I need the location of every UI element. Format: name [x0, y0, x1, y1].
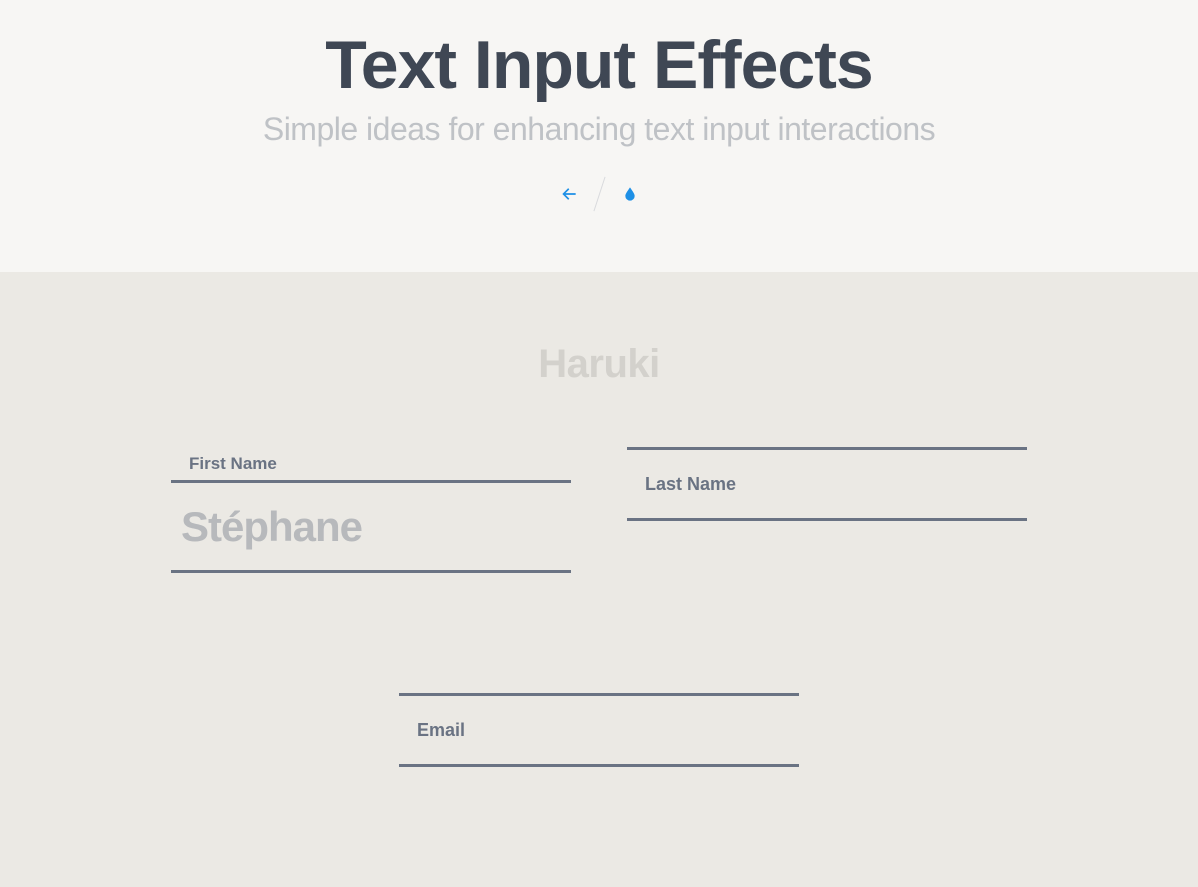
page-title: Text Input Effects — [20, 30, 1178, 101]
first-name-input-area — [171, 483, 571, 573]
theme-link[interactable] — [618, 182, 642, 206]
section-title: Haruki — [40, 342, 1158, 387]
back-link[interactable] — [557, 182, 581, 206]
fields-row-1: First Name Last Name — [69, 447, 1129, 573]
email-field[interactable]: Email — [399, 693, 799, 767]
nav-icons — [20, 176, 1178, 212]
first-name-field[interactable]: First Name — [171, 447, 571, 573]
last-name-field[interactable]: Last Name — [627, 447, 1027, 521]
last-name-label: Last Name — [627, 474, 736, 495]
hero-header: Text Input Effects Simple ideas for enha… — [0, 0, 1198, 272]
nav-divider — [593, 177, 605, 212]
drop-icon — [622, 184, 638, 204]
arrow-left-icon — [559, 184, 579, 204]
section-haruki: Haruki First Name Last Name Email — [0, 272, 1198, 887]
first-name-label-area: First Name — [171, 447, 571, 483]
fields-row-2: Email — [40, 693, 1158, 767]
email-label: Email — [399, 720, 465, 741]
page-subtitle: Simple ideas for enhancing text input in… — [20, 111, 1178, 148]
first-name-input[interactable] — [171, 503, 571, 551]
first-name-label: First Name — [171, 454, 277, 474]
